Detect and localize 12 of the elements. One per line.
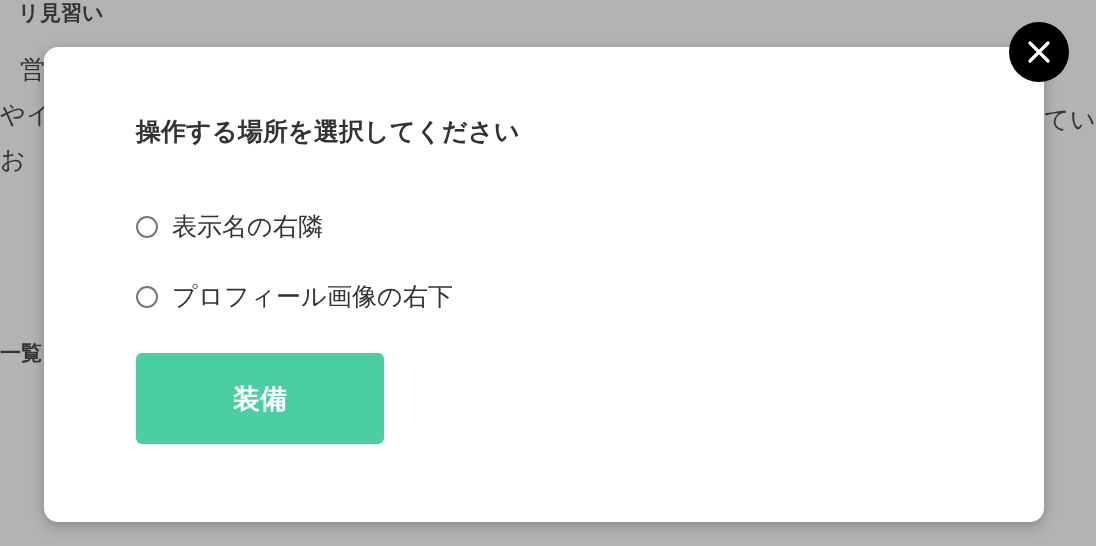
radio-option[interactable]: プロフィール画像の右下 [136,279,952,315]
section-heading: 一覧 [0,340,43,367]
close-icon [1027,40,1051,64]
body-text: 営 [19,54,46,85]
close-button[interactable] [1009,22,1069,82]
body-text: てい [1044,104,1096,136]
section-heading: リ見習い [17,0,104,26]
radio-button[interactable] [136,286,158,308]
body-text: お [0,144,27,175]
dialog-title: 操作する場所を選択してください [136,116,521,148]
radio-option[interactable]: 表示名の右隣 [136,209,952,245]
radio-button[interactable] [136,216,158,238]
